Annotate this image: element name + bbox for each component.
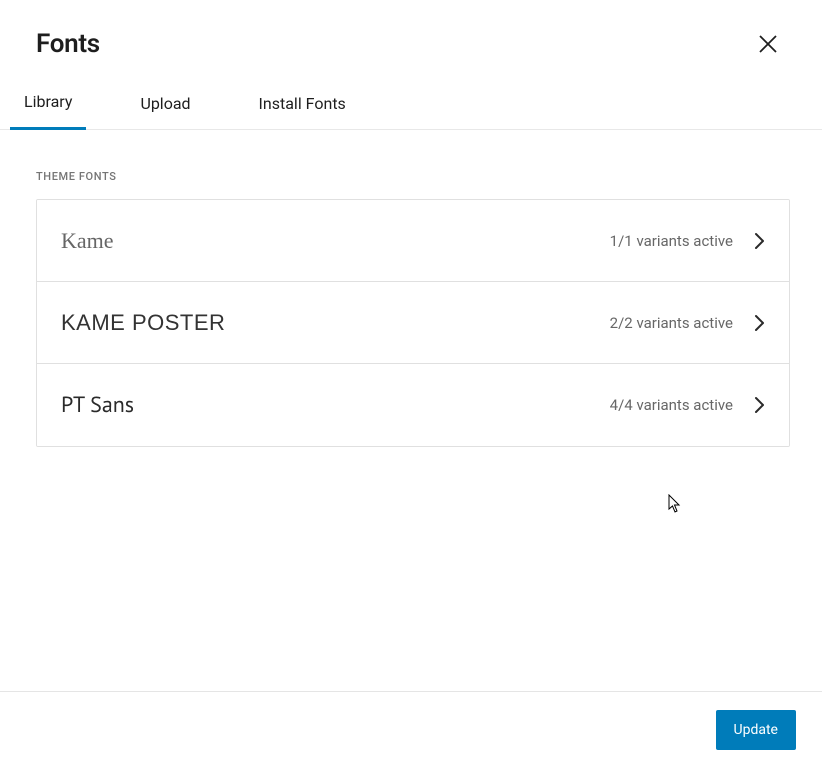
dialog-title: Fonts: [36, 29, 100, 59]
row-right: 2/2 variants active: [610, 314, 769, 332]
row-right: 1/1 variants active: [610, 232, 769, 250]
content-area: THEME FONTS Kame 1/1 variants active KAM…: [0, 130, 822, 447]
chevron-right-icon: [751, 396, 769, 414]
close-icon: [757, 33, 779, 55]
tab-library[interactable]: Library: [10, 92, 86, 130]
update-button[interactable]: Update: [716, 710, 796, 750]
font-name: Kame: [61, 228, 114, 254]
tab-upload[interactable]: Upload: [126, 92, 204, 130]
font-list: Kame 1/1 variants active KAME POSTER 2/2…: [36, 199, 790, 447]
row-right: 4/4 variants active: [610, 396, 769, 414]
close-button[interactable]: [750, 26, 786, 62]
font-variants: 4/4 variants active: [610, 396, 733, 414]
dialog-footer: Update: [0, 691, 822, 768]
cursor-icon: [668, 494, 684, 518]
dialog-header: Fonts: [0, 0, 822, 72]
tabs: Library Upload Install Fonts: [0, 72, 822, 130]
font-name: PT Sans: [61, 391, 134, 419]
font-row-kame[interactable]: Kame 1/1 variants active: [37, 200, 789, 282]
chevron-right-icon: [751, 314, 769, 332]
font-variants: 2/2 variants active: [610, 314, 733, 332]
font-name: KAME POSTER: [61, 310, 225, 336]
font-row-kame-poster[interactable]: KAME POSTER 2/2 variants active: [37, 282, 789, 364]
tab-install-fonts[interactable]: Install Fonts: [245, 92, 360, 130]
font-row-pt-sans[interactable]: PT Sans 4/4 variants active: [37, 364, 789, 446]
chevron-right-icon: [751, 232, 769, 250]
font-variants: 1/1 variants active: [610, 232, 733, 250]
section-label-theme-fonts: THEME FONTS: [36, 170, 790, 183]
